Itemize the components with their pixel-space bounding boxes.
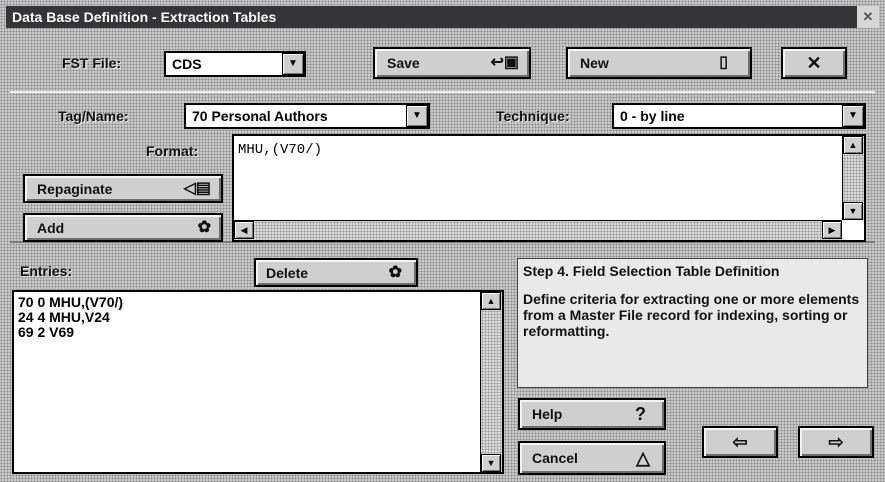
title-bar: Data Base Definition - Extraction Tables… bbox=[6, 6, 879, 28]
format-text: MHU,(V70/) bbox=[238, 142, 323, 158]
add-button-label: Add bbox=[37, 219, 65, 236]
repaginate-button[interactable]: Repaginate ◁▤ bbox=[23, 174, 223, 203]
list-item[interactable]: 69 2 V69 bbox=[14, 325, 123, 340]
window-title: Data Base Definition - Extraction Tables bbox=[12, 9, 277, 25]
fst-file-dropdown-icon[interactable]: ▼ bbox=[282, 53, 304, 75]
fst-file-label: FST File: bbox=[62, 55, 122, 71]
next-button[interactable]: ⇨ bbox=[798, 426, 874, 458]
add-button[interactable]: Add ✿ bbox=[23, 213, 223, 242]
right-arrow-icon: ⇨ bbox=[828, 432, 844, 452]
tag-name-label: Tag/Name: bbox=[58, 108, 129, 124]
technique-label: Technique: bbox=[496, 108, 570, 124]
window-close-icon[interactable]: ✕ bbox=[857, 6, 879, 28]
entries-items: 70 0 MHU,(V70/) 24 4 MHU,V24 69 2 V69 bbox=[14, 295, 123, 340]
format-label: Format: bbox=[146, 143, 199, 159]
scroll-left-icon[interactable]: ◀ bbox=[234, 221, 254, 239]
dialog-window: Data Base Definition - Extraction Tables… bbox=[0, 0, 885, 482]
repaginate-button-label: Repaginate bbox=[37, 180, 113, 197]
format-horizontal-scrollbar[interactable]: ◀ ▶ bbox=[234, 220, 842, 240]
tag-name-dropdown-icon[interactable]: ▼ bbox=[406, 105, 428, 127]
help-button[interactable]: Help ? bbox=[518, 398, 666, 430]
technique-value: 0 - by line bbox=[620, 108, 685, 124]
step-info-panel: Step 4. Field Selection Table Definition… bbox=[517, 258, 868, 388]
cancel-button[interactable]: Cancel △ bbox=[518, 441, 666, 475]
save-button[interactable]: Save ↩▣ bbox=[373, 47, 531, 79]
warning-triangle-icon: △ bbox=[636, 448, 650, 468]
x-icon: ✕ bbox=[806, 53, 822, 73]
floppy-disk-icon: ↩▣ bbox=[490, 54, 519, 71]
step-description: Define criteria for extracting one or mo… bbox=[523, 291, 860, 339]
cancel-button-label: Cancel bbox=[532, 450, 578, 466]
delete-button-label: Delete bbox=[266, 264, 309, 281]
close-button[interactable]: ✕ bbox=[781, 47, 847, 79]
left-arrow-icon: ⇦ bbox=[732, 432, 748, 452]
fst-file-select[interactable]: CDS ▼ bbox=[164, 51, 306, 77]
new-button[interactable]: New ▯ bbox=[566, 47, 752, 79]
new-page-icon: ▯ bbox=[719, 54, 728, 71]
step-heading: Step 4. Field Selection Table Definition bbox=[523, 263, 780, 279]
format-vertical-scrollbar[interactable]: ▲ ▼ bbox=[842, 136, 864, 220]
tag-name-select[interactable]: 70 Personal Authors ▼ bbox=[184, 103, 430, 129]
back-button[interactable]: ⇦ bbox=[702, 426, 778, 458]
scroll-down-icon[interactable]: ▼ bbox=[843, 202, 863, 220]
question-mark-icon: ? bbox=[635, 404, 646, 424]
new-button-label: New bbox=[580, 55, 609, 71]
technique-select[interactable]: 0 - by line ▼ bbox=[612, 103, 866, 129]
gear-icon: ✿ bbox=[197, 218, 211, 236]
list-item[interactable]: 70 0 MHU,(V70/) bbox=[14, 295, 123, 310]
list-item[interactable]: 24 4 MHU,V24 bbox=[14, 310, 123, 325]
format-editor[interactable]: MHU,(V70/) ▲ ▼ ◀ ▶ bbox=[232, 134, 866, 242]
technique-dropdown-icon[interactable]: ▼ bbox=[842, 105, 864, 127]
scroll-down-icon[interactable]: ▼ bbox=[481, 454, 501, 472]
repaginate-icon: ◁▤ bbox=[183, 179, 211, 197]
scroll-up-icon[interactable]: ▲ bbox=[481, 292, 501, 310]
scroll-up-icon[interactable]: ▲ bbox=[843, 136, 863, 154]
help-button-label: Help bbox=[532, 406, 563, 422]
entries-vertical-scrollbar[interactable]: ▲ ▼ bbox=[480, 292, 502, 472]
scroll-right-icon[interactable]: ▶ bbox=[822, 221, 842, 239]
entries-list[interactable]: 70 0 MHU,(V70/) 24 4 MHU,V24 69 2 V69 ▲ … bbox=[12, 290, 504, 474]
tag-name-value: 70 Personal Authors bbox=[192, 108, 328, 124]
entries-label: Entries: bbox=[20, 263, 73, 279]
save-button-label: Save bbox=[387, 55, 420, 71]
delete-button[interactable]: Delete ✿ bbox=[254, 258, 418, 287]
fst-file-value: CDS bbox=[172, 56, 202, 72]
gear-icon: ✿ bbox=[388, 263, 402, 281]
